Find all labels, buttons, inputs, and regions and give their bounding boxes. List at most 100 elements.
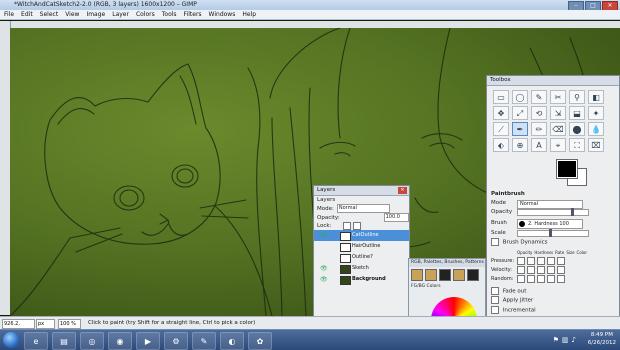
bucket-fill-icon[interactable]: ⬖ (493, 138, 509, 152)
ie-icon[interactable]: e (24, 332, 48, 350)
lock-pixels-checkbox[interactable] (343, 222, 352, 230)
text-icon[interactable]: A (531, 138, 547, 152)
apply-jitter-checkbox[interactable] (491, 296, 499, 304)
layers-dialog-title[interactable]: Layers ✕ (314, 186, 409, 196)
menu-view[interactable]: View (65, 10, 79, 19)
firefox-icon[interactable]: ◉ (108, 332, 132, 350)
eye-icon[interactable]: 👁 (320, 274, 328, 285)
brush-swatch[interactable] (439, 269, 451, 281)
menu-windows[interactable]: Windows (209, 10, 236, 19)
menu-select[interactable]: Select (40, 10, 59, 19)
zoom-select[interactable]: 100 % (58, 319, 81, 329)
dyn-checkbox[interactable] (547, 257, 555, 265)
scale-slider[interactable] (517, 229, 589, 237)
dyn-checkbox[interactable] (547, 266, 555, 274)
menu-tools[interactable]: Tools (162, 10, 177, 19)
dyn-checkbox[interactable] (527, 275, 535, 283)
shear-icon[interactable]: ⇲ (550, 106, 566, 120)
crop-icon[interactable]: ⛶ (569, 138, 585, 152)
volume-icon[interactable]: ♪ (572, 336, 576, 344)
ellipse-select-icon[interactable]: ◯ (512, 90, 528, 104)
mode-select[interactable]: Normal (336, 204, 390, 213)
menu-file[interactable]: File (4, 10, 14, 19)
measure-icon[interactable]: ⌧ (588, 138, 604, 152)
brush-swatch[interactable] (425, 269, 437, 281)
free-select-icon[interactable]: ✎ (531, 90, 547, 104)
fade-out-checkbox[interactable] (491, 286, 499, 295)
layer-item[interactable]: Outline? (314, 252, 409, 263)
layer-item[interactable]: 👁 Sketch (314, 263, 409, 274)
rect-select-icon[interactable]: ▭ (493, 90, 509, 104)
brush-swatch[interactable] (411, 269, 423, 281)
paint-icon[interactable]: ✿ (248, 332, 272, 350)
unit-select[interactable]: px (36, 319, 55, 329)
move-icon[interactable]: ✥ (493, 106, 509, 120)
dock-tabs[interactable]: RGB, Palettes, Brushes, Patterns (409, 259, 485, 267)
paintbrush-icon[interactable]: ✒ (512, 122, 528, 136)
rotate-icon[interactable]: ⟲ (531, 106, 547, 120)
slider-knob[interactable] (571, 208, 574, 216)
menu-image[interactable]: Image (86, 10, 105, 19)
smudge-icon[interactable]: 💧 (588, 122, 604, 136)
scale-icon[interactable]: ⤢ (512, 106, 528, 120)
dyn-checkbox[interactable] (517, 275, 525, 283)
network-icon[interactable]: ▥ (562, 336, 569, 344)
menu-edit[interactable]: Edit (21, 10, 33, 19)
dyn-checkbox[interactable] (537, 257, 545, 265)
perspective-icon[interactable]: ⬓ (569, 106, 585, 120)
browser-icon[interactable]: ◐ (220, 332, 244, 350)
foreground-select-icon[interactable]: ◧ (588, 90, 604, 104)
menu-filters[interactable]: Filters (184, 10, 202, 19)
flag-icon[interactable]: ⚑ (553, 336, 559, 344)
menu-layer[interactable]: Layer (112, 10, 129, 19)
folder-icon[interactable]: ▤ (52, 332, 76, 350)
dyn-checkbox[interactable] (557, 266, 565, 274)
brush-swatch[interactable] (453, 269, 465, 281)
toolbox-dialog[interactable]: Toolbox ▭ ◯ ✎ ✂ ⚲ ◧ ✥ ⤢ ⟲ ⇲ ⬓ ✦ ⟋ ✒ ✏ ⌫ … (486, 75, 620, 329)
layer-item[interactable]: HairOutline (314, 241, 409, 252)
airbrush-icon[interactable]: ⬤ (569, 122, 585, 136)
color-picker-icon[interactable]: ⌖ (550, 138, 566, 152)
brushes-dock[interactable]: RGB, Palettes, Brushes, Patterns FG/BG C… (408, 258, 486, 343)
dyn-checkbox[interactable] (537, 266, 545, 274)
layer-item[interactable]: 👁 Background (314, 274, 409, 285)
brush-dynamics-expander[interactable] (491, 238, 499, 246)
chrome-icon[interactable]: ◎ (80, 332, 104, 350)
clone-icon[interactable]: ⊕ (512, 138, 528, 152)
opacity-field[interactable]: 100.0 (383, 213, 409, 222)
flip-icon[interactable]: ✦ (588, 106, 604, 120)
incremental-checkbox[interactable] (491, 305, 499, 314)
eye-icon[interactable]: 👁 (320, 263, 328, 274)
brush-select[interactable]: 2. Hardness 100 (517, 219, 583, 229)
eye-icon[interactable]: 👁 (320, 230, 328, 241)
menu-help[interactable]: Help (242, 10, 256, 19)
fuzzy-select-icon[interactable]: ⚲ (569, 90, 585, 104)
dyn-checkbox[interactable] (557, 275, 565, 283)
brush-swatch[interactable] (467, 269, 479, 281)
dyn-checkbox[interactable] (527, 266, 535, 274)
start-button[interactable] (3, 332, 19, 348)
slider-knob[interactable] (549, 229, 552, 237)
lock-alpha-checkbox[interactable] (353, 222, 362, 230)
menu-colors[interactable]: Colors (136, 10, 155, 19)
dyn-checkbox[interactable] (527, 257, 535, 265)
layers-close-button[interactable]: ✕ (398, 187, 407, 194)
steam-icon[interactable]: ⚙ (164, 332, 188, 350)
ink-icon[interactable]: ✏ (531, 122, 547, 136)
gimp-icon[interactable]: ✎ (192, 332, 216, 350)
layer-item[interactable]: 👁 CatOutline (314, 230, 409, 241)
dyn-checkbox[interactable] (547, 275, 555, 283)
foreground-color-swatch[interactable] (556, 159, 578, 179)
pencil-icon[interactable]: ⟋ (493, 122, 509, 136)
dyn-checkbox[interactable] (517, 257, 525, 265)
dyn-checkbox[interactable] (557, 257, 565, 265)
toolbox-title[interactable]: Toolbox (487, 76, 619, 86)
dyn-checkbox[interactable] (537, 275, 545, 283)
scissors-icon[interactable]: ✂ (550, 90, 566, 104)
eraser-icon[interactable]: ⌫ (550, 122, 566, 136)
dyn-checkbox[interactable] (517, 266, 525, 274)
layer-name: Outline? (352, 254, 373, 260)
tool-opacity-slider[interactable] (517, 208, 589, 216)
clock[interactable]: 8:49 PM 6/26/2012 (588, 331, 616, 347)
media-icon[interactable]: ▶ (136, 332, 160, 350)
